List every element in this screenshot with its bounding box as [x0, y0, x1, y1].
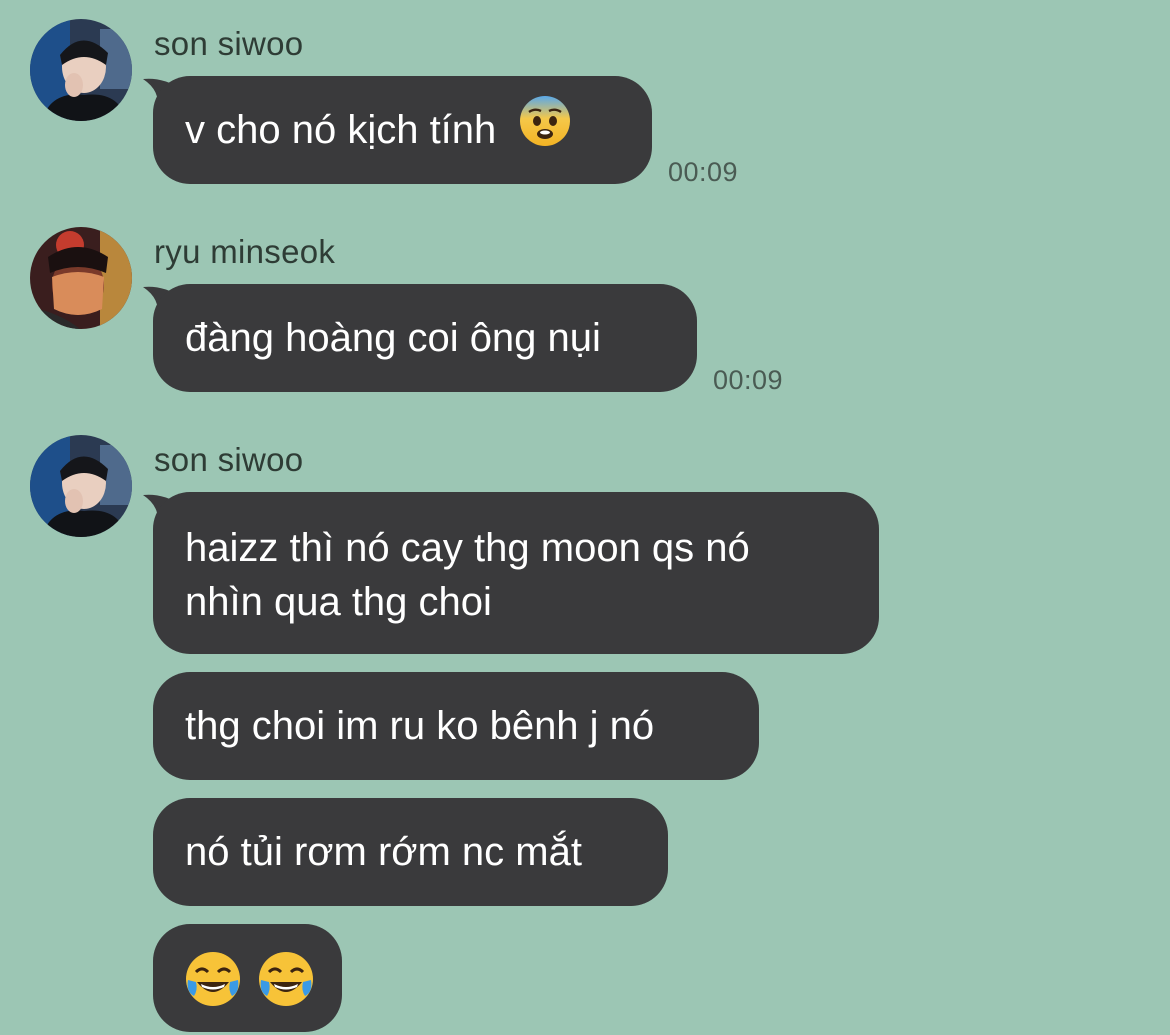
message-bubble[interactable]: nó tủi rơm rớm nc mắt — [153, 798, 668, 906]
avatar-son-siwoo[interactable] — [30, 435, 132, 537]
message-bubble[interactable]: v cho nó kịch tính — [153, 76, 652, 184]
avatar-ryu-minseok[interactable] — [30, 227, 132, 329]
fearful-face-emoji — [519, 95, 571, 161]
message-bubble[interactable]: đàng hoàng coi ông nụi — [153, 284, 697, 392]
message-timestamp: 00:09 — [668, 157, 739, 187]
message-text-line: nhìn qua thg choi — [185, 580, 492, 624]
user-avatar-icon — [30, 435, 132, 537]
face-with-tears-of-joy-emoji — [184, 950, 242, 1022]
message-text-line: haizz thì nó cay thg moon qs nó — [185, 526, 750, 570]
message-bubble[interactable] — [153, 924, 342, 1032]
message-text: nó tủi rơm rớm nc mắt — [185, 830, 582, 874]
avatar-son-siwoo[interactable] — [30, 19, 132, 121]
sender-name: ryu minseok — [154, 233, 336, 270]
message-bubble[interactable]: haizz thì nó cay thg moon qs nó nhìn qua… — [153, 492, 879, 654]
sender-name: son siwoo — [154, 441, 304, 478]
user-avatar-icon — [30, 227, 132, 329]
message-text: v cho nó kịch tính — [185, 108, 497, 152]
message-text: đàng hoàng coi ông nụi — [185, 316, 601, 360]
user-avatar-icon — [30, 19, 132, 121]
message-text: thg choi im ru ko bênh j nó — [185, 704, 655, 748]
message-timestamp: 00:09 — [713, 365, 784, 395]
message-bubble[interactable]: thg choi im ru ko bênh j nó — [153, 672, 759, 780]
sender-name: son siwoo — [154, 25, 304, 62]
face-with-tears-of-joy-emoji — [257, 950, 315, 1022]
